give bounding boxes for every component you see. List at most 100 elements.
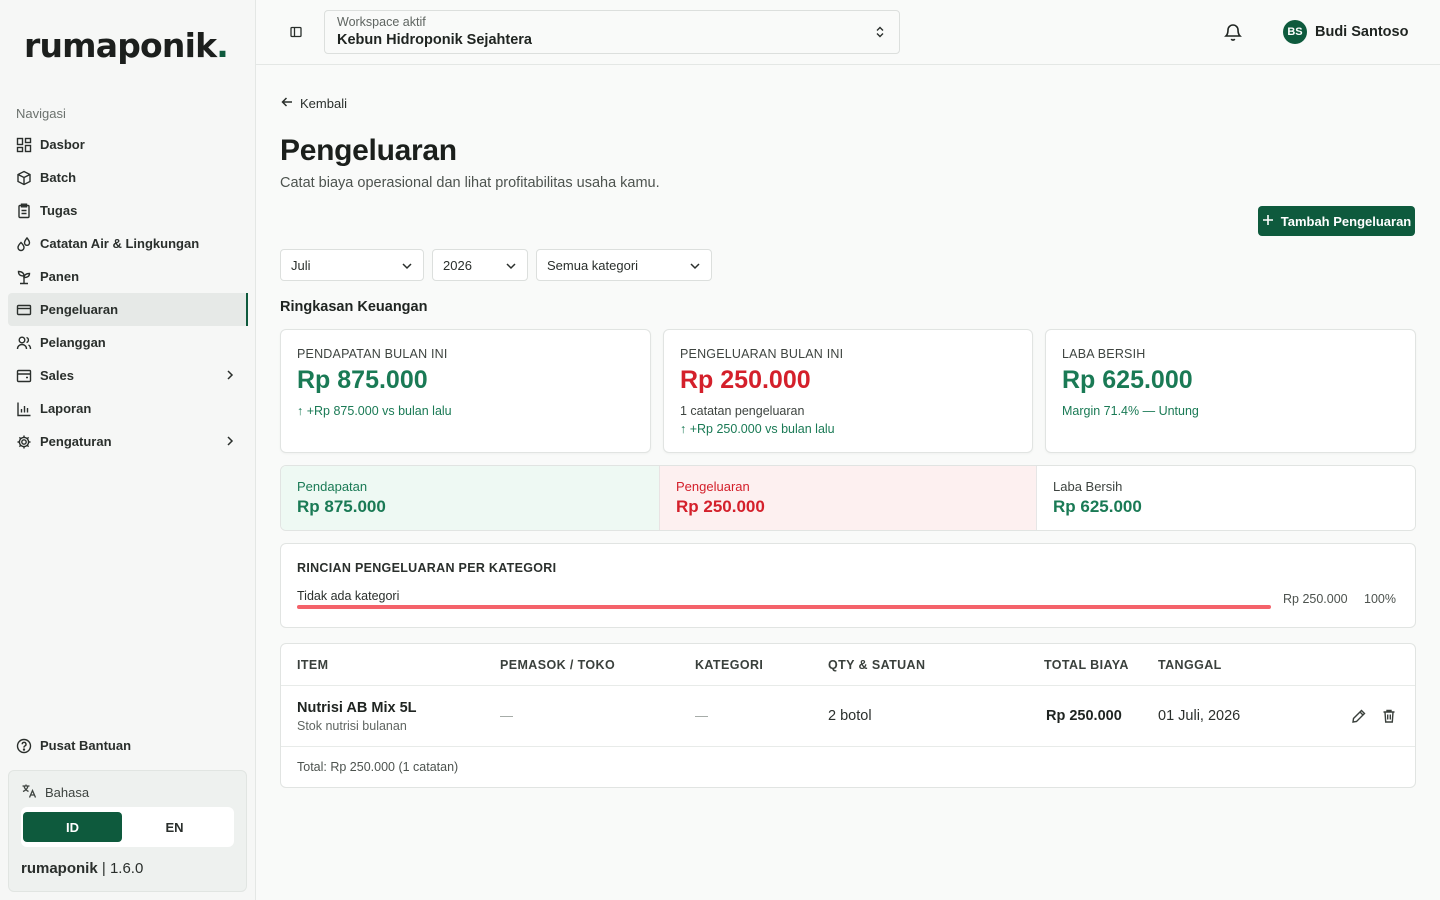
card-label: PENDAPATAN BULAN INI <box>297 347 448 361</box>
summary-income: Pendapatan Rp 875.000 <box>281 466 659 530</box>
bell-icon[interactable] <box>1223 22 1243 47</box>
income-card: PENDAPATAN BULAN INI Rp 875.000 ↑ +Rp 87… <box>280 329 651 453</box>
card-note: 1 catatan pengeluaran <box>680 404 805 418</box>
card-value: Rp 250.000 <box>680 366 811 394</box>
card-note: ↑ +Rp 875.000 vs bulan lalu <box>297 404 452 418</box>
help-center-link[interactable]: Pusat Bantuan <box>8 729 248 762</box>
sidebar-item-laporan[interactable]: Laporan <box>8 392 248 425</box>
users-icon <box>16 335 32 351</box>
column-header: TOTAL BIAYA <box>1044 658 1129 672</box>
sidebar-item-label: Laporan <box>40 401 92 416</box>
chevron-right-icon <box>224 369 236 384</box>
sidebar-item-label: Dasbor <box>40 137 85 152</box>
top-header: Workspace aktif Kebun Hidroponik Sejahte… <box>256 0 1440 65</box>
workspace-selector[interactable]: Workspace aktif Kebun Hidroponik Sejahte… <box>324 10 900 54</box>
page-title: Pengeluaran <box>280 134 457 167</box>
arrow-left-icon <box>280 95 294 112</box>
section-title: Ringkasan Keuangan <box>280 299 428 315</box>
chevron-up-down-icon <box>873 25 887 44</box>
sidebar-item-catatan-air[interactable]: Catatan Air & Lingkungan <box>8 227 248 260</box>
language-option-id[interactable]: ID <box>23 812 122 842</box>
plus-icon <box>1262 214 1274 229</box>
help-circle-icon <box>16 738 32 754</box>
bar-chart-icon <box>16 401 32 417</box>
sidebar-item-label: Pengaturan <box>40 434 112 449</box>
dashboard-icon <box>16 137 32 153</box>
expense-card: PENGELUARAN BULAN INI Rp 250.000 1 catat… <box>663 329 1033 453</box>
gear-icon <box>16 434 32 450</box>
sidebar-item-label: Tugas <box>40 203 78 218</box>
chevron-down-icon <box>505 260 517 275</box>
sprout-icon <box>16 269 32 285</box>
sidebar-item-pengaturan[interactable]: Pengaturan <box>8 425 248 458</box>
sidebar-item-tugas[interactable]: Tugas <box>8 194 248 227</box>
sidebar-item-label: Catatan Air & Lingkungan <box>40 236 200 251</box>
credit-card-icon <box>16 302 32 318</box>
user-name[interactable]: Budi Santoso <box>1315 24 1408 40</box>
item-name: Nutrisi AB Mix 5L <box>297 700 417 716</box>
category-percent: 100% <box>1364 592 1396 606</box>
language-option-en[interactable]: EN <box>125 812 224 842</box>
sidebar-item-sales[interactable]: Sales <box>8 359 248 392</box>
trash-icon[interactable] <box>1381 708 1397 724</box>
sidebar-toggle-icon[interactable] <box>288 24 304 40</box>
add-expense-button[interactable]: Tambah Pengeluaran <box>1258 206 1415 236</box>
divider <box>281 746 1415 747</box>
expense-table: ITEM PEMASOK / TOKO KATEGORI QTY & SATUA… <box>280 643 1416 788</box>
workspace-value: Kebun Hidroponik Sejahtera <box>337 32 532 48</box>
clipboard-icon <box>16 203 32 219</box>
column-header: KATEGORI <box>695 658 764 672</box>
category-bar-fill <box>297 605 1271 609</box>
category-cell: — <box>695 708 708 723</box>
sidebar: rumaponik. Navigasi Dasbor Batch Tugas C… <box>0 0 256 900</box>
profit-card: LABA BERSIH Rp 625.000 Margin 71.4% — Un… <box>1045 329 1416 453</box>
category-bar-track <box>297 605 1271 609</box>
page-subtitle: Catat biaya operasional dan lihat profit… <box>280 175 660 191</box>
chevron-right-icon <box>224 435 236 450</box>
back-link[interactable]: Kembali <box>280 95 347 112</box>
item-note: Stok nutrisi bulanan <box>297 719 407 733</box>
sidebar-item-panen[interactable]: Panen <box>8 260 248 293</box>
app-logo[interactable]: rumaponik. <box>24 24 229 68</box>
year-select[interactable]: 2026 <box>432 249 528 281</box>
card-label: LABA BERSIH <box>1062 347 1146 361</box>
date-cell: 01 Juli, 2026 <box>1158 708 1241 724</box>
help-center-label: Pusat Bantuan <box>40 738 132 753</box>
category-amount: Rp 250.000 <box>1283 592 1348 606</box>
card-value: Rp 875.000 <box>297 366 428 394</box>
column-header: ITEM <box>297 658 329 672</box>
sidebar-item-dasbor[interactable]: Dasbor <box>8 128 248 161</box>
table-footer-total: Total: Rp 250.000 (1 catatan) <box>297 760 459 774</box>
column-header: TANGGAL <box>1158 658 1222 672</box>
category-breakdown-title: RINCIAN PENGELUARAN PER KATEGORI <box>297 561 557 575</box>
category-select[interactable]: Semua kategori <box>536 249 712 281</box>
sidebar-item-pengeluaran[interactable]: Pengeluaran <box>8 293 248 326</box>
divider <box>281 685 1415 686</box>
chevron-down-icon <box>401 260 413 275</box>
total-cell: Rp 250.000 <box>1046 708 1122 724</box>
card-label: PENGELUARAN BULAN INI <box>680 347 844 361</box>
card-trend: ↑ +Rp 250.000 vs bulan lalu <box>680 422 835 436</box>
edit-icon[interactable] <box>1351 708 1367 724</box>
sidebar-item-label: Pengeluaran <box>40 302 119 317</box>
wallet-icon <box>16 368 32 384</box>
box-icon <box>16 170 32 186</box>
sidebar-item-label: Panen <box>40 269 80 284</box>
qty-cell: 2 botol <box>828 708 872 724</box>
avatar[interactable]: BS <box>1283 20 1307 44</box>
sidebar-item-batch[interactable]: Batch <box>8 161 248 194</box>
sidebar-item-label: Sales <box>40 368 74 383</box>
supplier-cell: — <box>500 708 513 723</box>
month-select[interactable]: Juli <box>280 249 424 281</box>
card-note: Margin 71.4% — Untung <box>1062 404 1199 418</box>
sidebar-nav: Dasbor Batch Tugas Catatan Air & Lingkun… <box>8 128 248 458</box>
help-center-container: Pusat Bantuan <box>8 729 248 762</box>
sidebar-item-label: Batch <box>40 170 77 185</box>
language-title: Bahasa <box>21 783 89 802</box>
sidebar-item-pelanggan[interactable]: Pelanggan <box>8 326 248 359</box>
chevron-down-icon <box>689 260 701 275</box>
category-name: Tidak ada kategori <box>297 589 400 603</box>
language-switch: ID EN <box>21 807 234 847</box>
app-version: rumaponik | 1.6.0 <box>21 860 144 877</box>
card-value: Rp 625.000 <box>1062 366 1193 394</box>
